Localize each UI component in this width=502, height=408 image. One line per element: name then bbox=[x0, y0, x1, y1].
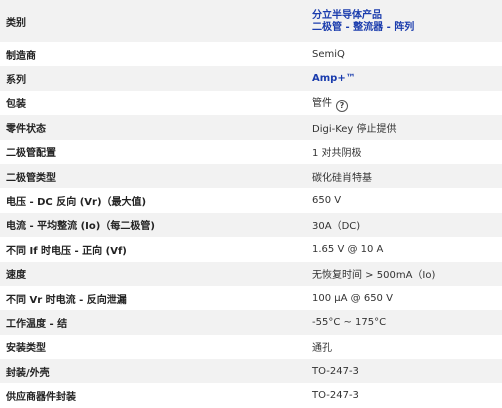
row-label: 零件状态 bbox=[0, 115, 306, 140]
table-row-rectified-current: 电流 - 平均整流 (Io)（每二极管) 30A（DC) bbox=[0, 212, 502, 238]
row-label: 包装 bbox=[0, 90, 306, 116]
part-status-value: Digi-Key 停止提供 bbox=[306, 115, 502, 140]
series-link[interactable]: Amp+™ bbox=[312, 73, 356, 84]
table-row-category: 类别 分立半导体产品 二极管 - 整流器 - 阵列 bbox=[0, 0, 502, 42]
series-value: Amp+™ bbox=[306, 66, 502, 91]
row-label: 供应商器件封装 bbox=[0, 383, 306, 408]
row-label: 二极管配置 bbox=[0, 139, 306, 164]
row-label: 工作温度 - 结 bbox=[0, 310, 306, 335]
mounting-type-value: 通孔 bbox=[306, 334, 502, 360]
table-row-diode-config: 二极管配置 1 对共阴极 bbox=[0, 139, 502, 164]
row-label: 封装/外壳 bbox=[0, 359, 306, 384]
row-label: 安装类型 bbox=[0, 334, 306, 360]
category-link-rectifier-arrays[interactable]: 二极管 - 整流器 - 阵列 bbox=[312, 22, 414, 33]
table-row-speed: 速度 无恢复时间 > 500mA（Io) bbox=[0, 261, 502, 286]
table-row-forward-voltage: 不同 If 时电压 - 正向 (Vf) 1.65 V @ 10 A bbox=[0, 237, 502, 262]
table-row-diode-type: 二极管类型 碳化硅肖特基 bbox=[0, 163, 502, 189]
package-case-value: TO-247-3 bbox=[306, 359, 502, 384]
product-attributes-table: 类别 分立半导体产品 二极管 - 整流器 - 阵列 制造商 SemiQ 系列 A… bbox=[0, 0, 502, 408]
table-row-manufacturer: 制造商 SemiQ bbox=[0, 42, 502, 67]
row-label: 速度 bbox=[0, 261, 306, 286]
forward-voltage-value: 1.65 V @ 10 A bbox=[306, 237, 502, 262]
manufacturer-value: SemiQ bbox=[306, 42, 502, 67]
junction-temp-value: -55°C ~ 175°C bbox=[306, 310, 502, 335]
speed-value: 无恢复时间 > 500mA（Io) bbox=[306, 261, 502, 286]
row-label: 不同 Vr 时电流 - 反向泄漏 bbox=[0, 285, 306, 311]
help-circle-icon[interactable]: ? bbox=[336, 99, 348, 112]
rectified-current-value: 30A（DC) bbox=[306, 212, 502, 238]
row-label: 电压 - DC 反向 (Vr)（最大值) bbox=[0, 188, 306, 213]
category-link-discrete[interactable]: 分立半导体产品 bbox=[312, 10, 382, 21]
row-label: 类别 bbox=[0, 0, 306, 42]
reverse-voltage-value: 650 V bbox=[306, 188, 502, 213]
packaging-value: 管件? bbox=[306, 90, 502, 116]
supplier-package-value: TO-247-3 bbox=[306, 383, 502, 408]
table-row-part-status: 零件状态 Digi-Key 停止提供 bbox=[0, 115, 502, 140]
diode-config-value: 1 对共阴极 bbox=[306, 139, 502, 164]
row-label: 制造商 bbox=[0, 42, 306, 67]
diode-type-value: 碳化硅肖特基 bbox=[306, 163, 502, 189]
category-value: 分立半导体产品 二极管 - 整流器 - 阵列 bbox=[306, 0, 502, 42]
table-row-mounting-type: 安装类型 通孔 bbox=[0, 334, 502, 360]
packaging-text: 管件 bbox=[312, 98, 332, 110]
row-label: 系列 bbox=[0, 66, 306, 91]
row-label: 电流 - 平均整流 (Io)（每二极管) bbox=[0, 212, 306, 238]
row-label: 不同 If 时电压 - 正向 (Vf) bbox=[0, 237, 306, 262]
table-row-series: 系列 Amp+™ bbox=[0, 66, 502, 91]
table-row-junction-temp: 工作温度 - 结 -55°C ~ 175°C bbox=[0, 310, 502, 335]
table-row-reverse-leakage: 不同 Vr 时电流 - 反向泄漏 100 µA @ 650 V bbox=[0, 285, 502, 311]
table-row-supplier-package: 供应商器件封装 TO-247-3 bbox=[0, 383, 502, 408]
table-row-reverse-voltage: 电压 - DC 反向 (Vr)（最大值) 650 V bbox=[0, 188, 502, 213]
row-label: 二极管类型 bbox=[0, 163, 306, 189]
table-row-packaging: 包装 管件? bbox=[0, 90, 502, 116]
reverse-leakage-value: 100 µA @ 650 V bbox=[306, 285, 502, 311]
table-row-package-case: 封装/外壳 TO-247-3 bbox=[0, 359, 502, 384]
